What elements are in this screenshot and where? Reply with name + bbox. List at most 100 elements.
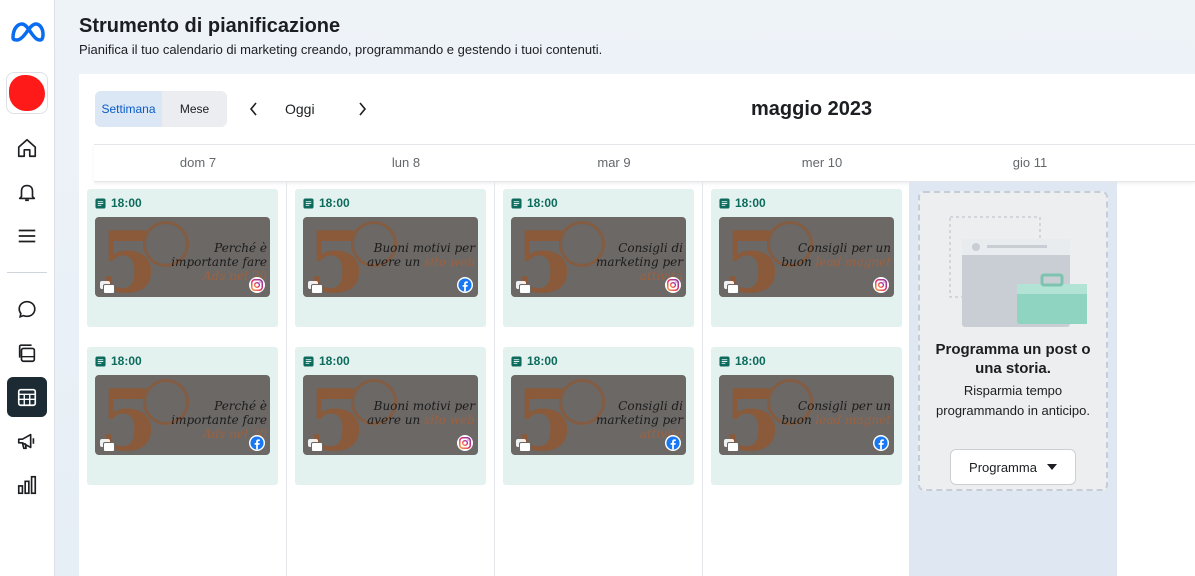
post-type-icon (719, 197, 730, 209)
post-card[interactable]: 18:00 5 Consigli per un buon lead magnet (711, 189, 902, 327)
thumbnail-line: avere un (367, 255, 421, 269)
post-card[interactable]: 18:00 5 Consigli per un buon lead magnet (711, 347, 902, 485)
facebook-icon (665, 435, 681, 451)
post-type-icon (511, 355, 522, 367)
post-thumbnail: 5 Consigli per un buon lead magnet (719, 217, 894, 297)
post-time-label: 18:00 (111, 196, 142, 210)
content-stack-icon (18, 344, 36, 363)
sidebar-item-home[interactable] (7, 128, 47, 168)
facebook-icon (873, 435, 889, 451)
today-button[interactable]: Oggi (285, 101, 315, 117)
post-card[interactable]: 18:00 5 Perché è importante fare Ads nel 20 (87, 189, 278, 327)
post-time: 18:00 (719, 196, 766, 210)
bell-icon (18, 184, 36, 202)
thumbnail-line: Buoni motivi per (373, 399, 475, 413)
sidebar-divider (7, 272, 47, 273)
facebook-icon (249, 435, 265, 451)
post-time-label: 18:00 (527, 196, 558, 210)
schedule-dropdown-button[interactable]: Programma (950, 449, 1076, 485)
sidebar-item-planner[interactable] (7, 377, 47, 417)
sidebar-item-ads[interactable] (7, 421, 47, 461)
thumbnail-line: Consigli di (618, 399, 683, 413)
thumbnail-line: avere un sito web (353, 413, 475, 427)
carousel-icon (516, 281, 531, 294)
calendar-icon (17, 388, 37, 407)
instagram-icon (249, 277, 265, 293)
promo-title: Programma un post o una storia. (935, 341, 1091, 377)
planner-toolbar: Settimana Mese Oggi maggio 2023 (79, 74, 1195, 144)
post-time: 18:00 (719, 354, 766, 368)
post-card[interactable]: 18:00 5 Consigli di marketing per attività (503, 347, 694, 485)
post-time-label: 18:00 (319, 196, 350, 210)
post-time-label: 18:00 (735, 354, 766, 368)
avatar[interactable] (6, 72, 48, 114)
day-header: lun 8 (391, 155, 421, 170)
menu-icon (18, 229, 36, 243)
current-month-label: maggio 2023 (751, 98, 873, 120)
post-card[interactable]: 18:00 5 Perché è importante fare Ads nel 20 (87, 347, 278, 485)
sidebar-item-inbox[interactable] (7, 289, 47, 329)
post-type-icon (719, 355, 730, 367)
thumbnail-line: buon (781, 255, 812, 269)
post-thumbnail: 5 Buoni motivi per avere un sito web (303, 217, 478, 297)
thumbnail-text: Buoni motivi per avere un sito web (353, 399, 475, 427)
post-thumbnail: 5 Buoni motivi per avere un sito web (303, 375, 478, 455)
post-card[interactable]: 18:00 5 Consigli di marketing per attività (503, 189, 694, 327)
day-header: mer 10 (801, 155, 843, 170)
caret-down-icon (1046, 464, 1057, 470)
thumbnail-text: Buoni motivi per avere un sito web (353, 241, 475, 269)
day-header: mar 9 (597, 155, 631, 170)
sidebar-item-content[interactable] (7, 333, 47, 373)
post-card[interactable]: 18:00 5 Buoni motivi per avere un sito web (295, 347, 486, 485)
thumbnail-line: importante fare (171, 413, 267, 427)
post-type-icon (95, 197, 106, 209)
megaphone-icon (17, 433, 35, 450)
carousel-icon (724, 281, 739, 294)
thumbnail-line: Perché è (214, 399, 267, 413)
thumbnail-text: Consigli per un buon lead magnet (769, 399, 891, 427)
planner-panel: Settimana Mese Oggi maggio 2023 dom 7 lu… (79, 74, 1195, 576)
post-time: 18:00 (95, 354, 142, 368)
promo-description: Risparmia tempo programmando in anticipo… (936, 383, 1090, 418)
post-type-icon (95, 355, 106, 367)
thumbnail-line: marketing per attività (561, 255, 683, 283)
post-time-label: 18:00 (319, 354, 350, 368)
previous-week-button[interactable] (243, 98, 265, 120)
view-switcher: Settimana Mese (95, 91, 227, 127)
chat-icon (18, 300, 36, 319)
thumbnail-line: Perché è (214, 241, 267, 255)
view-month-button[interactable]: Mese (162, 91, 227, 127)
carousel-icon (100, 281, 115, 294)
view-week-button[interactable]: Settimana (95, 91, 162, 127)
carousel-icon (724, 439, 739, 452)
thumbnail-highlight: lead magnet (815, 413, 891, 427)
thumbnail-line: importante fare Ads nel 20 (145, 413, 267, 441)
thumbnail-line: buon lead magnet (769, 413, 891, 427)
post-time-label: 18:00 (735, 196, 766, 210)
sidebar-item-insights[interactable] (7, 465, 47, 505)
post-thumbnail: 5 Consigli per un buon lead magnet (719, 375, 894, 455)
post-card[interactable]: 18:00 5 Buoni motivi per avere un sito web (295, 189, 486, 327)
thumbnail-line: Buoni motivi per (373, 241, 475, 255)
sidebar-item-menu[interactable] (7, 216, 47, 256)
sidebar-item-notifications[interactable] (7, 172, 47, 212)
carousel-icon (308, 439, 323, 452)
post-time-label: 18:00 (111, 354, 142, 368)
thumbnail-line: avere un sito web (353, 255, 475, 269)
carousel-icon (308, 281, 323, 294)
thumbnail-line: Consigli per un (797, 241, 891, 255)
thumbnail-line: Consigli di (618, 241, 683, 255)
next-week-button[interactable] (351, 98, 373, 120)
instagram-icon (457, 435, 473, 451)
column-divider (286, 182, 287, 576)
thumbnail-text: Consigli di marketing per attività (561, 399, 683, 441)
meta-logo-icon[interactable] (9, 20, 45, 50)
column-divider (702, 182, 703, 576)
day-header: gio 11 (1012, 155, 1048, 170)
post-type-icon (511, 197, 522, 209)
post-thumbnail: 5 Consigli di marketing per attività (511, 375, 686, 455)
post-type-icon (303, 355, 314, 367)
post-time: 18:00 (303, 354, 350, 368)
thumbnail-line: importante fare Ads nel 20 (145, 255, 267, 283)
schedule-promo-card: Programma un post o una storia. Risparmi… (918, 191, 1108, 491)
